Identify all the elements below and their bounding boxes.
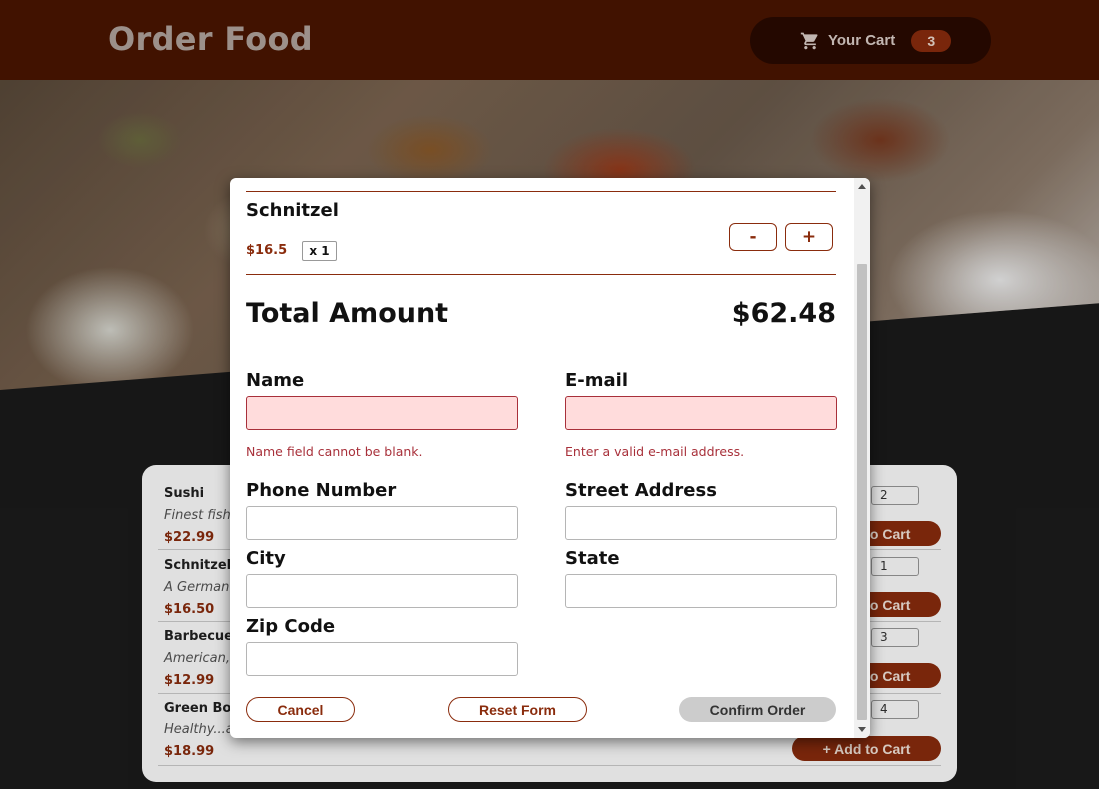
phone-input[interactable] <box>246 506 518 540</box>
cancel-button[interactable]: Cancel <box>246 697 355 722</box>
modal-scrollbar[interactable] <box>854 178 870 738</box>
confirm-order-button[interactable]: Confirm Order <box>679 697 836 722</box>
scroll-down-arrow-icon[interactable] <box>854 722 870 736</box>
street-address-label: Street Address <box>565 480 717 501</box>
city-label: City <box>246 548 286 569</box>
city-input[interactable] <box>246 574 518 608</box>
cart-item-name: Schnitzel <box>246 200 339 221</box>
zip-code-input[interactable] <box>246 642 518 676</box>
divider <box>246 274 836 275</box>
checkout-modal: Schnitzel $16.5 x 1 - + Total Amount $62… <box>230 178 870 738</box>
scrollbar-thumb[interactable] <box>857 264 867 720</box>
state-label: State <box>565 548 620 569</box>
email-label: E-mail <box>565 370 629 391</box>
scroll-up-arrow-icon[interactable] <box>854 180 870 194</box>
cart-item-price: $16.5 <box>246 243 288 258</box>
state-input[interactable] <box>565 574 837 608</box>
cart-item-quantity: x 1 <box>302 241 337 261</box>
street-address-input[interactable] <box>565 506 837 540</box>
zip-code-label: Zip Code <box>246 616 336 637</box>
total-amount-value: $62.48 <box>731 298 836 329</box>
name-label: Name <box>246 370 305 391</box>
email-input[interactable] <box>565 396 837 430</box>
phone-label: Phone Number <box>246 480 397 501</box>
reset-form-button[interactable]: Reset Form <box>448 697 587 722</box>
decrease-quantity-button[interactable]: - <box>729 223 777 251</box>
total-amount-label: Total Amount <box>246 298 449 329</box>
email-error-message: Enter a valid e-mail address. <box>565 444 745 459</box>
divider <box>246 191 836 192</box>
name-input[interactable] <box>246 396 518 430</box>
increase-quantity-button[interactable]: + <box>785 223 833 251</box>
name-error-message: Name field cannot be blank. <box>246 444 423 459</box>
